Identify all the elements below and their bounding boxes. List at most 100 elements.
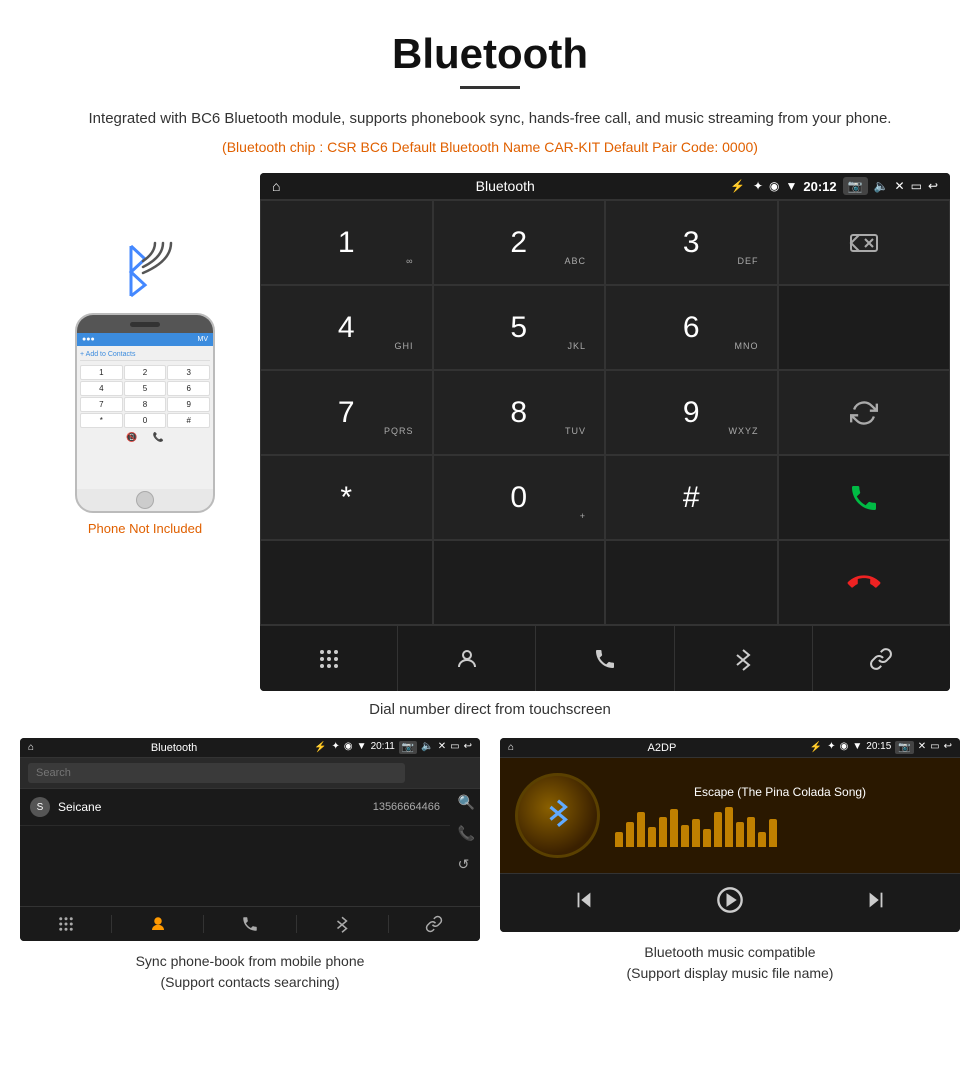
dial-key-hash[interactable]: # <box>605 455 778 540</box>
pb-contacts-area: S Seicane 13566664466 <box>20 789 480 826</box>
pb-toolbar-contacts[interactable] <box>112 915 204 933</box>
phone-key-6[interactable]: 6 <box>167 381 210 396</box>
music-close-icon[interactable]: ✕ <box>918 741 926 754</box>
close-icon[interactable]: ✕ <box>895 179 905 193</box>
phone-key-3[interactable]: 3 <box>167 365 210 380</box>
car-screen-title: Bluetooth <box>288 178 722 194</box>
dial-key-call-red[interactable] <box>778 540 951 625</box>
volume-icon[interactable]: 🔈 <box>874 179 889 193</box>
phone-key-9[interactable]: 9 <box>167 397 210 412</box>
pb-right-icons: ✦ ◉ ▼ 20:11 📷 🔈 ✕ ▭ ↩ <box>332 741 472 754</box>
dial-cell-empty[interactable] <box>605 540 778 625</box>
pb-toolbar-bluetooth[interactable] <box>297 915 389 933</box>
phone-key-star[interactable]: * <box>80 413 123 428</box>
eq-bar <box>626 822 634 847</box>
phone-bottom <box>136 489 154 511</box>
dial-key-7[interactable]: 7PQRS <box>260 370 433 455</box>
phone-key-5[interactable]: 5 <box>124 381 167 396</box>
subtitle: Integrated with BC6 Bluetooth module, su… <box>0 107 980 131</box>
music-title: A2DP <box>519 742 805 754</box>
pb-toolbar-grid[interactable] <box>20 915 112 933</box>
bottom-toolbar <box>260 625 950 691</box>
dial-cell-empty[interactable] <box>433 540 606 625</box>
dial-key-2[interactable]: 2ABC <box>433 200 606 285</box>
music-card: ⌂ A2DP ⚡ ✦ ◉ ▼ 20:15 📷 ✕ ▭ ↩ <box>500 738 960 993</box>
usb-icon: ⚡ <box>730 179 745 193</box>
dial-key-8[interactable]: 8TUV <box>433 370 606 455</box>
dial-key-call-green[interactable] <box>778 455 951 540</box>
pb-refresh-side-icon[interactable]: ↺ <box>458 856 475 873</box>
eq-bar <box>769 819 777 847</box>
dial-key-refresh[interactable] <box>778 370 951 455</box>
toolbar-dialpad-button[interactable] <box>260 626 398 691</box>
window-icon[interactable]: ▭ <box>911 179 922 193</box>
pb-camera-icon[interactable]: 📷 <box>399 741 417 754</box>
dial-key-zero-plus[interactable]: 0+ <box>433 455 606 540</box>
eq-bar <box>725 807 733 847</box>
music-time: 20:15 <box>866 741 891 754</box>
pb-status-bar: ⌂ Bluetooth ⚡ ✦ ◉ ▼ 20:11 📷 🔈 ✕ ▭ ↩ <box>20 738 480 758</box>
music-screen: ⌂ A2DP ⚡ ✦ ◉ ▼ 20:15 📷 ✕ ▭ ↩ <box>500 738 960 932</box>
dial-cell-empty[interactable] <box>260 540 433 625</box>
phone-key-7[interactable]: 7 <box>80 397 123 412</box>
phone-key-2[interactable]: 2 <box>124 365 167 380</box>
dial-key-1[interactable]: 1∞ <box>260 200 433 285</box>
music-play-pause-button[interactable] <box>716 886 744 920</box>
pb-home-icon[interactable]: ⌂ <box>28 742 34 753</box>
pb-search-area <box>20 758 480 789</box>
pb-search-input[interactable] <box>28 763 405 783</box>
dial-key-6[interactable]: 6MNO <box>605 285 778 370</box>
phone-screen-header: ●●●MV <box>77 333 213 346</box>
eq-bar <box>681 825 689 847</box>
camera-icon[interactable]: 📷 <box>843 177 868 195</box>
toolbar-contacts-button[interactable] <box>398 626 536 691</box>
pb-toolbar-phone[interactable] <box>204 915 296 933</box>
music-back-icon[interactable]: ↩ <box>944 741 952 754</box>
eq-bar <box>615 832 623 847</box>
eq-bar <box>703 829 711 847</box>
home-icon[interactable]: ⌂ <box>272 178 280 194</box>
toolbar-link-button[interactable] <box>813 626 950 691</box>
pb-close-icon[interactable]: ✕ <box>438 741 446 754</box>
pb-back-icon[interactable]: ↩ <box>464 741 472 754</box>
dial-cell-empty[interactable] <box>778 285 951 370</box>
dial-key-9[interactable]: 9WXYZ <box>605 370 778 455</box>
music-song-title: Escape (The Pina Colada Song) <box>615 785 945 799</box>
pb-toolbar-link[interactable] <box>389 915 480 933</box>
dial-key-5[interactable]: 5JKL <box>433 285 606 370</box>
pb-call-side-icon[interactable]: 📞 <box>458 825 475 842</box>
dial-key-star[interactable]: * <box>260 455 433 540</box>
dial-key-backspace[interactable] <box>778 200 951 285</box>
dial-key-4[interactable]: 4GHI <box>260 285 433 370</box>
music-prev-button[interactable] <box>573 889 595 917</box>
music-camera-icon[interactable]: 📷 <box>895 741 913 754</box>
phone-key-8[interactable]: 8 <box>124 397 167 412</box>
dial-screen: ⌂ Bluetooth ⚡ ✦ ◉ ▼ 20:12 📷 🔈 ✕ ▭ ↩ 1∞2A… <box>260 173 950 691</box>
music-window-icon[interactable]: ▭ <box>930 741 939 754</box>
phone-key-1[interactable]: 1 <box>80 365 123 380</box>
pb-vol-icon[interactable]: 🔈 <box>421 741 433 754</box>
back-icon[interactable]: ↩ <box>928 179 938 193</box>
eq-bar <box>747 817 755 847</box>
toolbar-phone-button[interactable] <box>536 626 674 691</box>
phonebook-card: ⌂ Bluetooth ⚡ ✦ ◉ ▼ 20:11 📷 🔈 ✕ ▭ ↩ <box>20 738 480 993</box>
pb-bottom-toolbar <box>20 906 480 941</box>
phonebook-caption: Sync phone-book from mobile phone (Suppo… <box>136 951 365 993</box>
phone-key-0[interactable]: 0 <box>124 413 167 428</box>
toolbar-bluetooth-button[interactable] <box>675 626 813 691</box>
pb-loc-icon: ◉ <box>344 741 353 754</box>
location-icon: ◉ <box>769 179 779 193</box>
pb-window-icon[interactable]: ▭ <box>450 741 459 754</box>
pb-search-side-icon[interactable]: 🔍 <box>458 794 475 811</box>
phone-key-4[interactable]: 4 <box>80 381 123 396</box>
phone-key-hash[interactable]: # <box>167 413 210 428</box>
dial-key-3[interactable]: 3DEF <box>605 200 778 285</box>
title-underline <box>460 86 520 89</box>
music-eq-bars <box>615 807 945 847</box>
clock: 20:12 <box>803 179 836 194</box>
music-home-icon[interactable]: ⌂ <box>508 742 514 753</box>
music-next-button[interactable] <box>865 889 887 917</box>
pb-contact-row[interactable]: S Seicane 13566664466 <box>20 789 450 826</box>
main-row: ●●●MV + Add to Contacts 1 2 3 4 5 6 7 8 … <box>0 173 980 691</box>
music-album-art <box>515 773 600 858</box>
